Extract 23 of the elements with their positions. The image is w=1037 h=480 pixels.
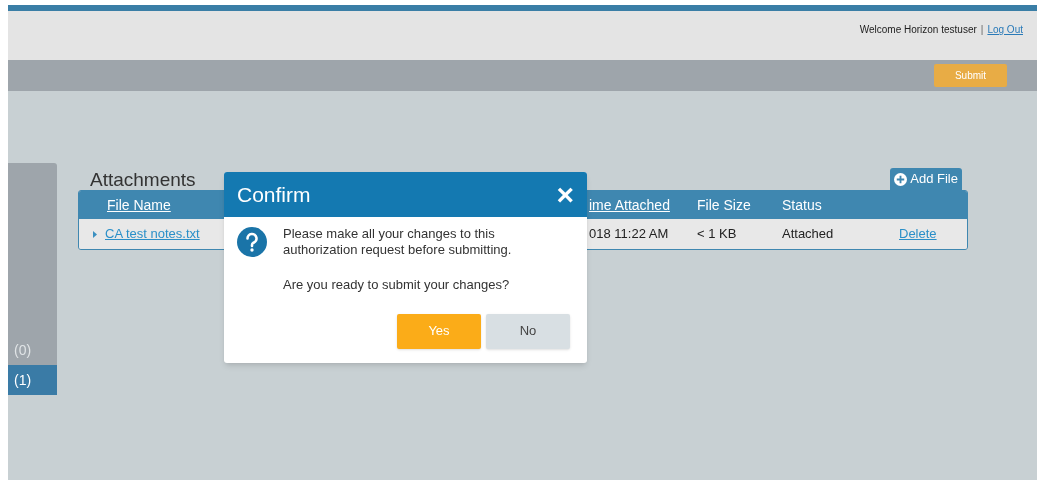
add-file-button[interactable]: Add File (890, 168, 962, 190)
expand-arrow-icon (93, 230, 97, 238)
column-header: Status (782, 195, 823, 215)
logout-link[interactable]: Log Out (987, 22, 1023, 37)
dialog-message: Please make all your changes to this authorization request before submitting. (283, 226, 513, 258)
file-link[interactable]: CA test notes.txt (105, 224, 200, 244)
dialog-question: Are you ready to submit your changes? (283, 276, 511, 294)
table-cell-text: 018 11:22 AM (588, 225, 670, 244)
table-cell-text: < 1 KB (697, 225, 738, 244)
separator-text: | (980, 23, 984, 37)
sidebar-item[interactable]: (1) (8, 365, 57, 395)
column-header: File Size (697, 195, 752, 215)
welcome-text: Welcome Horizon testuser (859, 23, 977, 37)
question-icon (237, 227, 267, 257)
plus-circle-icon (894, 172, 908, 186)
table-cell-text: Attached (782, 225, 835, 244)
column-header[interactable]: ime Attached (587, 194, 697, 216)
no-button[interactable]: No (486, 313, 570, 349)
dialog-title: Confirm (237, 181, 311, 208)
section-title: Attachments (90, 170, 196, 189)
delete-link[interactable]: Delete (899, 224, 937, 244)
close-button[interactable]: × (556, 179, 574, 210)
submit-button[interactable]: Submit (934, 64, 1007, 87)
